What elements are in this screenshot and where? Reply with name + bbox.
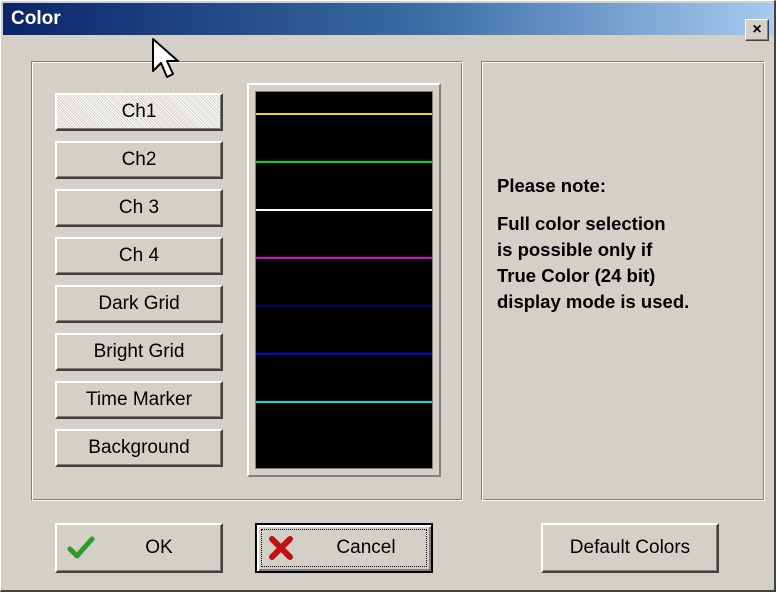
title-bar[interactable]: Color bbox=[3, 3, 773, 35]
ok-button[interactable]: OK bbox=[55, 523, 223, 573]
time-marker-trace bbox=[256, 401, 432, 403]
ch1-button[interactable]: Ch1 bbox=[55, 93, 223, 131]
default-colors-button-label: Default Colors bbox=[569, 537, 691, 558]
mouse-cursor-icon bbox=[152, 38, 179, 78]
bright-grid-trace bbox=[256, 353, 432, 355]
color-dialog: Color × Ch1 Ch2 Ch 3 Ch 4 Dark Grid Brig… bbox=[0, 0, 776, 592]
bright-grid-button-label: Bright Grid bbox=[93, 341, 185, 362]
ch2-button[interactable]: Ch2 bbox=[55, 141, 223, 179]
ch3-button-label: Ch 3 bbox=[118, 197, 160, 218]
time-marker-button-label: Time Marker bbox=[86, 389, 192, 410]
close-icon: × bbox=[752, 21, 762, 38]
dark-grid-trace bbox=[256, 305, 432, 307]
color-preview bbox=[255, 91, 433, 469]
ch4-button[interactable]: Ch 4 bbox=[55, 237, 223, 275]
ch1-button-label: Ch1 bbox=[121, 101, 157, 122]
background-button-label: Background bbox=[88, 437, 190, 458]
color-preview-frame bbox=[247, 83, 441, 477]
close-button[interactable]: × bbox=[745, 19, 769, 41]
ch2-button-label: Ch2 bbox=[121, 149, 157, 170]
dark-grid-button-label: Dark Grid bbox=[98, 293, 180, 314]
background-button[interactable]: Background bbox=[55, 429, 223, 467]
note-line-4: True Color (24 bit) bbox=[497, 265, 656, 286]
x-icon bbox=[269, 536, 293, 560]
note-line-5: display mode is used. bbox=[497, 291, 690, 312]
bright-grid-button[interactable]: Bright Grid bbox=[55, 333, 223, 371]
time-marker-button[interactable]: Time Marker bbox=[55, 381, 223, 419]
note-line-1: Please note: bbox=[497, 175, 606, 196]
note-line-3: is possible only if bbox=[497, 239, 653, 260]
default-colors-button[interactable]: Default Colors bbox=[541, 523, 719, 573]
ch4-trace bbox=[256, 257, 432, 259]
ch4-button-label: Ch 4 bbox=[118, 245, 160, 266]
ch2-trace bbox=[256, 161, 432, 163]
note-text: Please note: Full color selection is pos… bbox=[497, 173, 757, 315]
window-title: Color bbox=[11, 8, 61, 29]
cancel-button[interactable]: Cancel bbox=[255, 523, 433, 573]
dark-grid-button[interactable]: Dark Grid bbox=[55, 285, 223, 323]
ch3-button[interactable]: Ch 3 bbox=[55, 189, 223, 227]
ch3-trace bbox=[256, 209, 432, 211]
ch1-trace bbox=[256, 113, 432, 115]
check-icon bbox=[67, 536, 95, 559]
note-line-2: Full color selection bbox=[497, 213, 666, 234]
